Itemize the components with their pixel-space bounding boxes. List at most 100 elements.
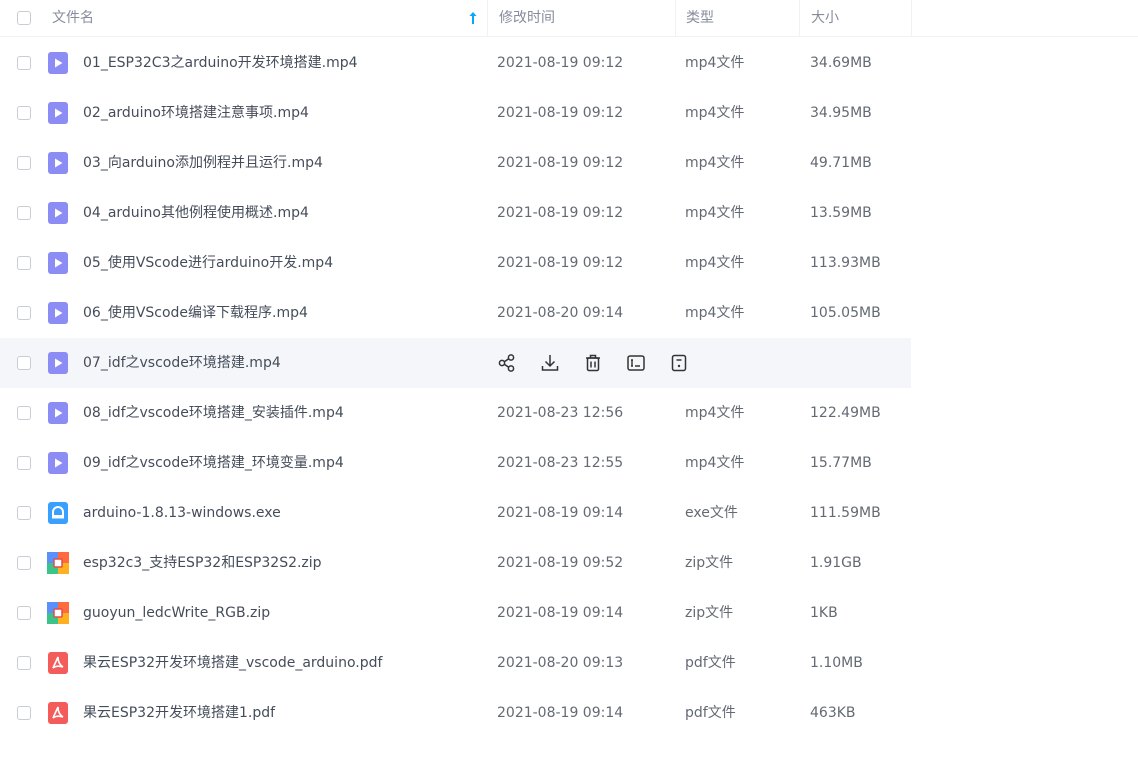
file-row[interactable]: 07_idf之vscode环境搭建.mp4 [0,338,911,388]
delete-icon[interactable] [583,353,603,373]
row-checkbox[interactable] [17,56,31,70]
file-row[interactable]: esp32c3_支持ESP32和ESP32S2.zip 2021-08-19 09… [0,538,911,588]
file-row[interactable]: 06_使用VScode编译下载程序.mp4 2021-08-20 09:14 mp4… [0,288,911,338]
video-file-icon[interactable] [47,252,69,274]
select-all-checkbox[interactable] [17,11,31,25]
modified-time: 2021-08-19 09:12 [497,155,624,171]
file-type: mp4文件 [685,205,745,221]
row-checkbox[interactable] [17,106,31,120]
file-size: 49.71MB [810,155,872,171]
video-file-icon[interactable] [47,202,69,224]
zip-file-icon[interactable] [47,552,69,574]
file-name[interactable]: 02_arduino环境搭建注意事项.mp4 [83,88,309,138]
row-checkbox[interactable] [17,206,31,220]
column-header-name[interactable]: 文件名 [52,0,487,37]
row-checkbox[interactable] [17,656,31,670]
modified-time: 2021-08-20 09:14 [497,305,624,321]
row-checkbox[interactable] [17,706,31,720]
file-size: 1.91GB [810,555,862,571]
column-header-type[interactable]: 类型 [675,0,799,37]
file-row[interactable]: 果云ESP32开发环境搭建_vscode_arduino.pdf 2021-08-… [0,638,911,688]
column-header-time[interactable]: 修改时间 [487,0,675,37]
sort-ascending-icon[interactable] [469,11,477,25]
video-file-icon[interactable] [47,452,69,474]
file-type: exe文件 [685,505,738,521]
file-size: 13.59MB [810,205,872,221]
column-header-size[interactable]: 大小 [799,0,912,37]
file-size: 1KB [810,605,838,621]
row-checkbox[interactable] [17,456,31,470]
file-type: pdf文件 [685,655,736,671]
download-icon[interactable] [540,353,560,373]
column-header-time-label: 修改时间 [499,10,555,26]
row-checkbox[interactable] [17,356,31,370]
file-size: 1.10MB [810,655,863,671]
file-name[interactable]: 05_使用VScode进行arduino开发.mp4 [83,238,333,288]
file-row[interactable]: 08_idf之vscode环境搭建_安装插件.mp4 2021-08-23 12:… [0,388,911,438]
file-name[interactable]: 果云ESP32开发环境搭建1.pdf [83,688,275,738]
video-file-icon[interactable] [47,102,69,124]
file-name[interactable]: 04_arduino其他例程使用概述.mp4 [83,188,309,238]
file-name[interactable]: 06_使用VScode编译下载程序.mp4 [83,288,308,338]
zip-file-icon[interactable] [47,602,69,624]
file-size: 122.49MB [810,405,881,421]
file-size: 105.05MB [810,305,881,321]
file-row[interactable]: 果云ESP32开发环境搭建1.pdf 2021-08-19 09:14 pdf文件 4… [0,688,911,738]
file-row[interactable]: 05_使用VScode进行arduino开发.mp4 2021-08-19 09:… [0,238,911,288]
modified-time: 2021-08-19 09:12 [497,55,624,71]
file-type: mp4文件 [685,455,745,471]
row-checkbox[interactable] [17,406,31,420]
file-name[interactable]: 果云ESP32开发环境搭建_vscode_arduino.pdf [83,638,382,688]
row-checkbox[interactable] [17,506,31,520]
video-file-icon[interactable] [47,152,69,174]
file-row[interactable]: 04_arduino其他例程使用概述.mp4 2021-08-19 09:12 mp… [0,188,911,238]
modified-time: 2021-08-19 09:52 [497,555,624,571]
file-type: pdf文件 [685,705,736,721]
modified-time: 2021-08-23 12:56 [497,405,624,421]
file-type: mp4文件 [685,55,745,71]
row-checkbox[interactable] [17,556,31,570]
video-file-icon[interactable] [47,352,69,374]
file-name[interactable]: guoyun_ledcWrite_RGB.zip [83,588,270,638]
pdf-file-icon[interactable] [47,702,69,724]
file-name[interactable]: 07_idf之vscode环境搭建.mp4 [83,338,281,388]
column-header-name-label: 文件名 [52,10,94,26]
row-checkbox[interactable] [17,306,31,320]
more-icon[interactable] [669,353,689,373]
file-name[interactable]: arduino-1.8.13-windows.exe [83,488,281,538]
file-row[interactable]: 02_arduino环境搭建注意事项.mp4 2021-08-19 09:12 mp… [0,88,911,138]
file-row[interactable]: guoyun_ledcWrite_RGB.zip 2021-08-19 09:14… [0,588,911,638]
file-row[interactable]: 09_idf之vscode环境搭建_环境变量.mp4 2021-08-23 12:… [0,438,911,488]
modified-time: 2021-08-19 09:12 [497,255,624,271]
row-checkbox[interactable] [17,606,31,620]
column-header-size-label: 大小 [811,10,839,26]
file-name[interactable]: 08_idf之vscode环境搭建_安装插件.mp4 [83,388,344,438]
row-checkbox[interactable] [17,156,31,170]
file-size: 113.93MB [810,255,881,271]
file-size: 34.95MB [810,105,872,121]
file-type: mp4文件 [685,305,745,321]
video-file-icon[interactable] [47,302,69,324]
file-type: mp4文件 [685,255,745,271]
modified-time: 2021-08-19 09:14 [497,505,624,521]
video-file-icon[interactable] [47,52,69,74]
rename-icon[interactable] [626,353,646,373]
file-name[interactable]: 09_idf之vscode环境搭建_环境变量.mp4 [83,438,344,488]
file-row[interactable]: 03_向arduino添加例程并且运行.mp4 2021-08-19 09:12 m… [0,138,911,188]
file-name[interactable]: esp32c3_支持ESP32和ESP32S2.zip [83,538,322,588]
file-row[interactable]: arduino-1.8.13-windows.exe 2021-08-19 09:… [0,488,911,538]
file-size: 463KB [810,705,856,721]
row-checkbox[interactable] [17,256,31,270]
file-type: mp4文件 [685,105,745,121]
video-file-icon[interactable] [47,402,69,424]
pdf-file-icon[interactable] [47,652,69,674]
modified-time: 2021-08-23 12:55 [497,455,624,471]
exe-file-icon[interactable] [47,502,69,524]
file-type: zip文件 [685,555,734,571]
share-icon[interactable] [497,353,517,373]
file-name[interactable]: 03_向arduino添加例程并且运行.mp4 [83,138,323,188]
file-type: mp4文件 [685,405,745,421]
file-type: mp4文件 [685,155,745,171]
file-row[interactable]: 01_ESP32C3之arduino开发环境搭建.mp4 2021-08-19 0… [0,38,911,88]
file-name[interactable]: 01_ESP32C3之arduino开发环境搭建.mp4 [83,38,358,88]
